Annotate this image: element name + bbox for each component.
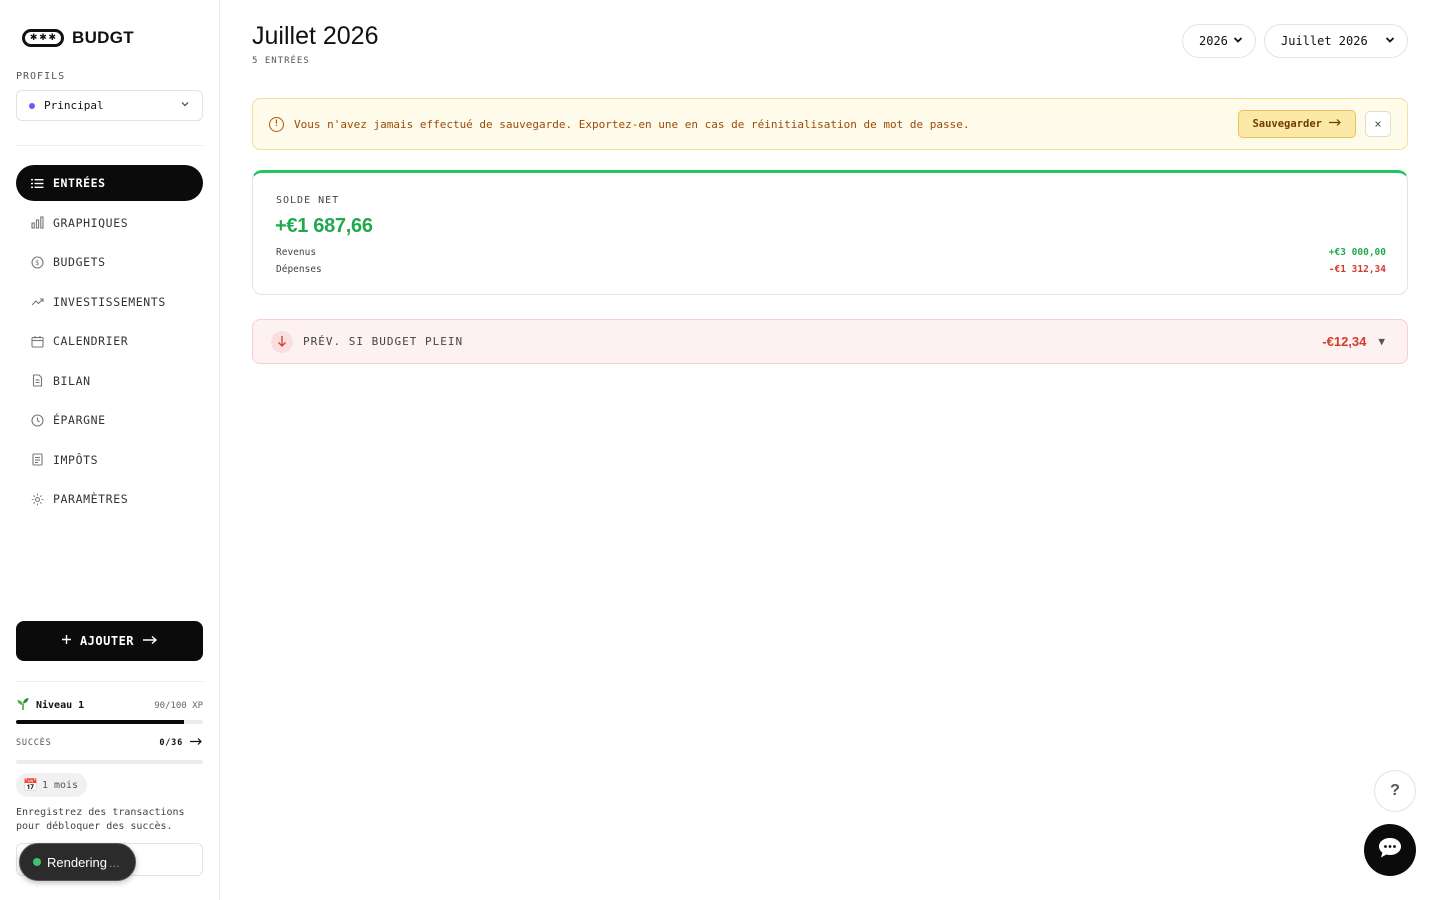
chat-bubble-icon — [1377, 836, 1403, 864]
nav-label: BUDGETS — [53, 255, 106, 269]
document-icon — [30, 374, 44, 388]
net-balance-card: SOLDE NET +€1 687,66 Revenus +€3 000,00 … — [252, 170, 1408, 295]
nav-item-graphiques[interactable]: GRAPHIQUES — [16, 205, 203, 241]
profile-selected-label: Principal — [44, 99, 104, 112]
clock-icon — [30, 413, 44, 427]
badge-label: 1 mois — [41, 779, 79, 791]
achievement-hint: Enregistrez des transactions pour débloq… — [16, 807, 185, 832]
warning-icon: ! — [269, 116, 284, 132]
budget-forecast-panel[interactable]: PRÉV. SI BUDGET PLEIN -€12,34 ▼ — [252, 319, 1408, 364]
warning-message: Vous n'avez jamais effectué de sauvegard… — [294, 117, 970, 131]
page-title: Juillet 2026 — [252, 22, 379, 50]
svg-text:$: $ — [34, 259, 39, 267]
forecast-value: -€12,34 — [1322, 334, 1367, 349]
calendar-icon — [30, 334, 44, 348]
logo[interactable]: ✱ ✱ ✱ BUDGT — [22, 28, 134, 48]
arrow-right-icon — [189, 737, 203, 749]
nav-label: IMPÔTS — [53, 452, 99, 467]
trending-up-icon — [30, 295, 44, 309]
profile-color-dot — [29, 102, 35, 109]
forecast-label: PRÉV. SI BUDGET PLEIN — [303, 335, 464, 348]
year-select-value: 2026 — [1199, 34, 1228, 48]
month-select[interactable]: Juillet 2026 — [1264, 24, 1408, 58]
calendar-emoji-icon: 📅 — [23, 778, 38, 792]
backup-warning-banner: ! Vous n'avez jamais effectué de sauvega… — [252, 98, 1408, 150]
divider — [16, 145, 203, 146]
nav-item-budgets[interactable]: $ BUDGETS — [16, 244, 203, 280]
chat-button[interactable] — [1364, 824, 1416, 876]
nav-item-epargne[interactable]: ÉPARGNE — [16, 402, 203, 438]
logo-text: BUDGT — [72, 28, 134, 47]
nav-item-impots[interactable]: IMPÔTS — [16, 442, 203, 478]
month-select-value: Juillet 2026 — [1281, 34, 1368, 48]
nav-label: INVESTISSEMENTS — [53, 294, 166, 309]
list-icon — [30, 176, 44, 190]
success-label: SUCCÈS — [16, 738, 52, 748]
xp-text: 90/100 XP — [154, 700, 203, 711]
income-value: +€3 000,00 — [1328, 247, 1386, 258]
net-balance-label: SOLDE NET — [276, 195, 340, 206]
chevron-down-icon — [1385, 36, 1395, 47]
nav-label: BILAN — [53, 373, 91, 388]
nav-item-bilan[interactable]: BILAN — [16, 363, 203, 399]
profile-select[interactable]: Principal — [16, 90, 203, 121]
add-entry-button[interactable]: AJOUTER — [16, 621, 203, 661]
coin-icon: $ — [30, 255, 44, 269]
arrow-down-icon — [271, 330, 293, 353]
profiles-label: PROFILS — [16, 71, 66, 82]
toast-label: Rendering — [47, 854, 107, 870]
nav-item-calendrier[interactable]: CALENDRIER — [16, 323, 203, 359]
add-button-label: AJOUTER — [79, 634, 135, 648]
plus-icon — [61, 634, 72, 648]
achievement-badge: 📅 1 mois — [16, 773, 88, 797]
nav-item-entrees[interactable]: ENTRÉES — [16, 165, 203, 201]
status-dot — [33, 858, 41, 866]
sidebar: ✱ ✱ ✱ BUDGT PROFILS Principal ENTRÉES GRAP… — [0, 0, 220, 900]
arrow-right-icon — [142, 634, 158, 648]
close-banner-button[interactable]: × — [1365, 111, 1391, 137]
expenses-value: -€1 312,34 — [1328, 264, 1386, 275]
xp-progress-bar — [16, 720, 203, 724]
nav-item-parametres[interactable]: PARAMÈTRES — [16, 481, 203, 517]
chevron-down-icon — [180, 99, 190, 112]
logo-mark-icon: ✱ ✱ ✱ — [22, 29, 64, 47]
expenses-row: Dépenses -€1 312,34 — [276, 264, 1386, 275]
receipt-icon — [30, 453, 44, 467]
rendering-toast: Rendering ... — [19, 843, 136, 881]
level-row: Niveau 1 90/100 XP — [16, 697, 203, 714]
net-balance-value: +€1 687,66 — [275, 215, 373, 237]
success-row[interactable]: SUCCÈS 0/36 — [16, 737, 203, 749]
toast-ellipsis: ... — [109, 854, 120, 870]
save-backup-button[interactable]: Sauvegarder — [1238, 110, 1356, 138]
nav-item-investissements[interactable]: INVESTISSEMENTS — [16, 284, 203, 320]
save-button-label: Sauvegarder — [1252, 118, 1322, 130]
bar-chart-icon — [30, 216, 44, 230]
expenses-label: Dépenses — [276, 264, 322, 275]
nav-label: ÉPARGNE — [53, 413, 106, 427]
main-nav: ENTRÉES GRAPHIQUES $ BUDGETS INVESTISSEM… — [16, 165, 203, 521]
nav-label: GRAPHIQUES — [53, 215, 129, 230]
divider — [16, 681, 203, 682]
help-button[interactable]: ? — [1374, 770, 1416, 812]
chevron-down-icon — [1233, 36, 1243, 47]
xp-progress-fill — [16, 720, 185, 724]
entry-count: 5 ENTRÉES — [252, 56, 310, 66]
close-icon: × — [1374, 117, 1382, 131]
income-label: Revenus — [276, 247, 317, 258]
success-progress-bar — [16, 760, 203, 764]
success-count: 0/36 — [159, 738, 183, 748]
level-label: Niveau 1 — [36, 700, 85, 711]
year-select[interactable]: 2026 — [1182, 24, 1256, 58]
gear-icon — [30, 492, 44, 506]
nav-label: PARAMÈTRES — [53, 492, 129, 506]
arrow-right-icon — [1328, 118, 1342, 130]
sprout-icon — [16, 697, 30, 714]
expand-triangle-icon[interactable]: ▼ — [1378, 335, 1385, 348]
nav-label: CALENDRIER — [53, 334, 129, 348]
help-icon: ? — [1390, 782, 1400, 799]
nav-label: ENTRÉES — [53, 176, 106, 190]
income-row: Revenus +€3 000,00 — [276, 247, 1386, 258]
